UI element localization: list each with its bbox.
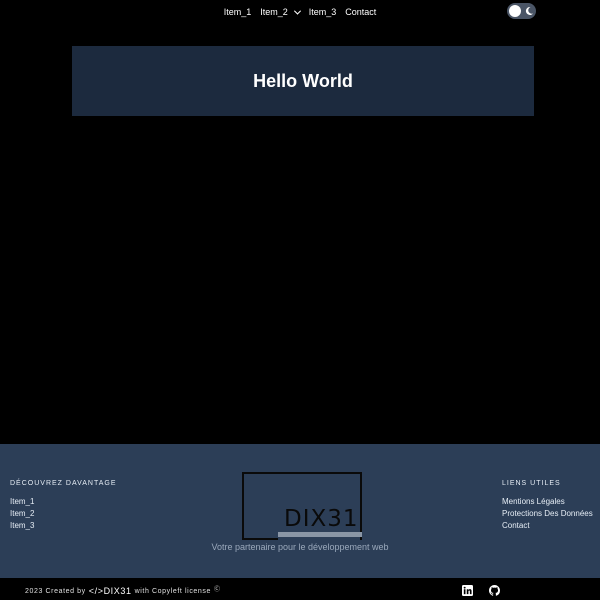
bottom-bar: 2023 Created by </>DIX31 with Copyleft l… [0,578,600,600]
footer-link-item-1[interactable]: Item_1 [10,496,117,508]
copyright: 2023 Created by </>DIX31 with Copyleft l… [25,586,221,596]
brand-name: DIX31 [284,506,359,532]
footer-tagline: Votre partenaire pour le développement w… [211,542,389,552]
copyleft-icon: Ⓒ [214,586,221,593]
nav-item-contact[interactable]: Contact [345,7,376,17]
copyright-suffix: with Copyleft license [134,587,212,595]
brand-logo: DIX31 [242,472,362,540]
footer-discover-heading: DÉCOUVREZ DAVANTAGE [10,480,117,487]
nav-item-2-label: Item_2 [260,7,288,17]
nav-item-3-label: Item_3 [308,7,337,17]
chevron-down-icon [293,7,301,15]
theme-toggle[interactable] [507,3,536,19]
copyright-prefix: 2023 Created by [25,587,86,595]
github-icon[interactable] [489,585,500,596]
nav-item-3[interactable]: Item_3 [309,7,337,17]
nav-item-contact-label: Contact [345,7,377,17]
hero-title: Hello World [253,70,353,91]
footer-link-legal[interactable]: Mentions Légales [502,496,593,508]
brand-stripe [278,532,362,537]
footer-useful-heading: LIENS UTILES [502,480,561,487]
toggle-knob [509,5,521,17]
footer-discover: DÉCOUVREZ DAVANTAGE Item_1 Item_2 Item_3 [10,480,117,532]
nav-item-2[interactable]: Item_2 [260,7,301,17]
hero-banner: Hello World [72,46,534,116]
footer-link-item-2[interactable]: Item_2 [10,508,117,520]
footer: DÉCOUVREZ DAVANTAGE Item_1 Item_2 Item_3… [0,444,600,578]
nav-item-1-label: Item_1 [223,7,252,17]
nav-items: Item_1 Item_2 Item_3 Contact [224,7,377,17]
dix31-small-logo[interactable]: </>DIX31 [89,586,132,596]
footer-link-item-3[interactable]: Item_3 [10,520,117,532]
moon-icon [525,6,533,15]
linkedin-icon[interactable] [462,585,473,596]
footer-useful-links: LIENS UTILES Mentions Légales Protection… [502,480,593,532]
nav-item-1[interactable]: Item_1 [224,7,252,17]
footer-link-contact[interactable]: Contact [502,520,593,532]
footer-link-privacy[interactable]: Protections Des Données [502,508,593,520]
